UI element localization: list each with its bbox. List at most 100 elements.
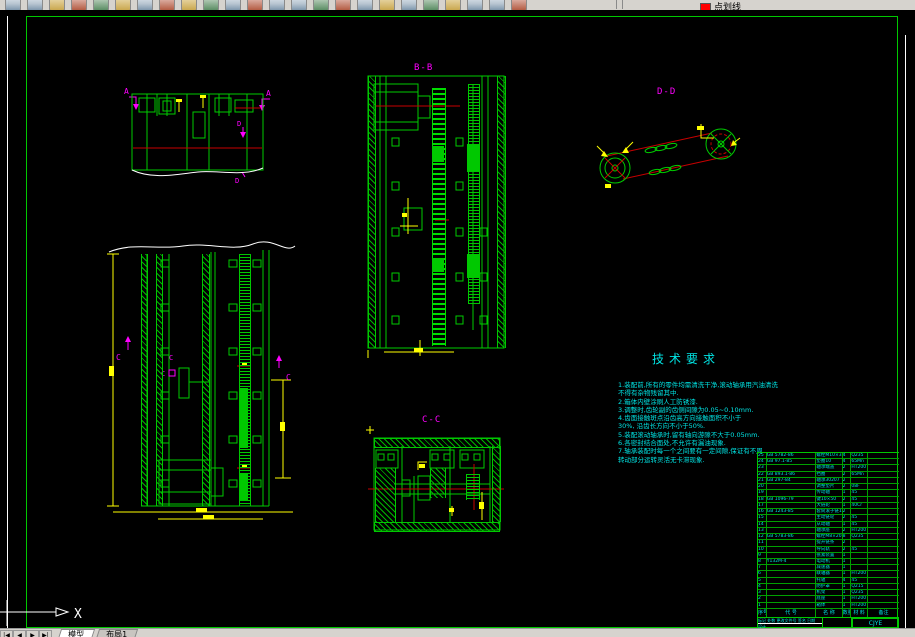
bom-code [767,502,817,509]
bom-code [767,583,817,590]
bom-name: 传动轴 [816,490,843,496]
bom-remark [868,484,899,489]
bom-qty: 2 [843,515,852,521]
tech-req-line: 3.调整时,齿轮副的齿侧间隙为0.05~0.10mm. [618,405,754,414]
bom-no: 18 [758,496,767,502]
view-section-bb[interactable]: B-B [356,58,511,358]
bom-name: 机架 [816,590,843,596]
bom-qty: 2 [843,540,852,546]
bom-code: GB 97.1-85 [767,459,817,465]
bom-remark [868,528,899,533]
tab-nav-button[interactable]: ▶| [39,630,52,637]
section-label-dd: D-D [657,87,676,97]
tab-nav-button[interactable]: |◀ [0,630,13,637]
bom-code: Y132M-4 [767,558,817,565]
hatch-block-center [430,468,446,498]
bom-no: 16 [758,509,767,515]
tech-req-line: 1.装配前,所有的零件均需清洗干净,滚动轴承用汽油清洗, [618,381,778,389]
bom-code: GB 5782-86 [767,453,817,459]
tech-req-line: 不得有杂物残留其中. [618,389,679,398]
section-arrow-label-c-left: C [116,353,121,362]
bom-qty: 2 [843,527,852,534]
bom-code [767,484,817,490]
paper-edge-left [7,16,8,628]
bom-name: 提升链条 [816,540,843,546]
bom-code: GB 893.1-86 [767,471,817,477]
view-front-drawing: C C C C [107,241,296,520]
hatch-column [141,254,148,506]
bom-name: 导向轨 [816,546,843,552]
bom-remark [868,459,899,464]
chain-column [432,88,446,346]
hatch-wall-left [368,76,376,348]
bom-remark [868,453,899,458]
bom-material: HT200 [851,465,868,471]
bom-no: 15 [758,515,767,521]
bom-material: Q235 [851,534,868,540]
bom-remark [868,509,899,514]
view-front-elevation[interactable]: C C C C [103,238,298,523]
bom-remark [868,584,899,589]
bom-no: 23 [758,465,767,471]
chain-gear-column [239,254,251,506]
bom-name: 套筒滚子链16A [816,509,843,515]
bom-header-remark: 备注 [878,609,889,616]
tab-nav-button[interactable]: ◀ [13,630,26,637]
tech-req-line: 30%, 沿齿长方向不小于50%. [618,422,706,431]
bom-material: HT200 [851,596,868,602]
bom-name: 调整垫片 [816,484,843,490]
view-section-cc[interactable]: C-C [366,410,508,538]
bom-remark [868,540,899,545]
bom-name: 底座 [816,596,843,602]
tech-req-line: 转动部分运转灵活无卡滞现象. [618,455,705,464]
bom-code [767,602,817,608]
section-arrow-label-d-lower: D [235,177,239,185]
section-arrow-label-c-right: C [286,373,291,382]
hatch-column [202,254,210,506]
bom-code [767,527,817,534]
bom-name: 托辊 [816,577,843,583]
section-label-bb: B-B [414,63,433,73]
bom-material: 45 [851,496,868,502]
bom-code [767,540,817,546]
bom-code [767,546,817,552]
view-dd-drawing: D-D [596,87,741,188]
bom-qty: 1 [843,571,852,577]
tech-req-line: 4.齿面接触斑点沿齿高方向接触面积不小于 [618,414,742,423]
bom-remark [868,578,899,583]
bom-qty: 1 [843,490,852,496]
drawing-canvas[interactable]: A A D D B-B D-D C C C C C-C 技术要求 1.装配前,所… [0,10,915,637]
view-section-dd[interactable]: D-D [593,82,748,192]
gear-hub [467,254,479,278]
bom-no: 21 [758,477,767,484]
layout-tab-bar: |◀ ◀ ▶ ▶| 模型 布局1 [0,628,915,637]
bom-code [767,465,817,471]
bom-material [851,509,868,515]
bom-name: 大链轮 [816,502,843,509]
bom-qty: 2 [843,477,852,484]
tech-req-line: 2.箱体内壁涂刷人工防锈漆. [618,397,698,406]
bom-no: 19 [758,490,767,496]
bom-code: GB 1096-79 [767,496,817,502]
bom-header-row: 序号代 号名 称数量材 料 备注 [758,608,899,618]
bom-name: 螺栓M8×20 [816,534,843,540]
bom-no: 22 [758,471,767,477]
hatch-block-left [375,468,396,522]
bom-qty: 4 [843,459,852,465]
drawing-code: CJYE [852,617,899,629]
bom-qty: 1 [843,502,852,509]
bom-name: 键10×50 [816,496,843,502]
tab-nav-button[interactable]: ▶ [26,630,39,637]
layer-control[interactable]: 点划线 [700,0,741,10]
layout-tab[interactable]: 模型 [56,629,95,637]
layout-tab[interactable]: 布局1 [94,629,138,637]
view-top-section[interactable]: A A D D [123,82,275,187]
bom-remark [868,472,899,477]
bom-material: HT200 [851,602,868,608]
bom-code [767,596,817,602]
bom-code [767,515,817,521]
bom-remark [868,547,899,552]
bom-remark [868,465,899,470]
bom-no: 10 [758,546,767,552]
chain-link-block [432,258,444,272]
